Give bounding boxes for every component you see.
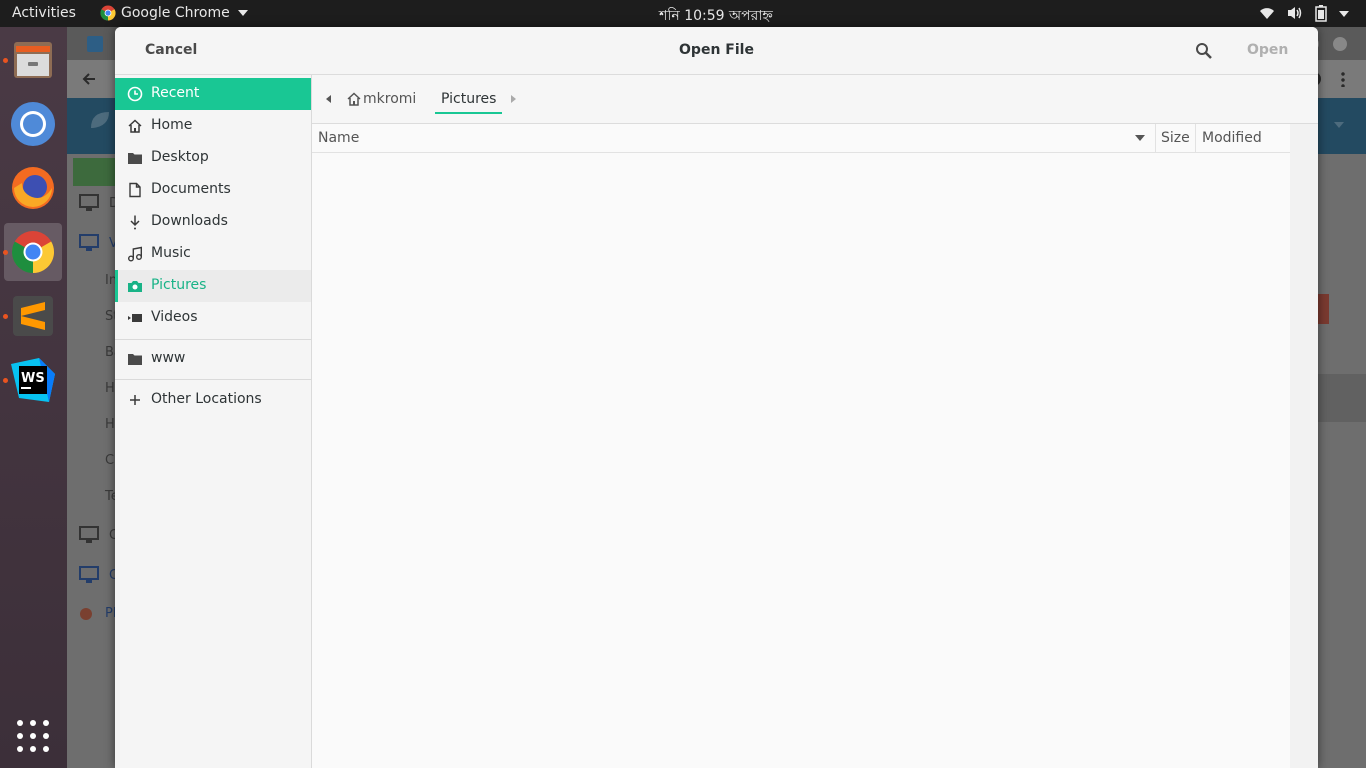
sidebar-item-documents[interactable]: Documents (115, 174, 311, 206)
dock-webstorm[interactable]: WS (3, 351, 62, 409)
sidebar-separator (115, 339, 311, 340)
running-indicator (3, 250, 8, 255)
document-icon (129, 182, 141, 198)
sidebar-item-label: Downloads (151, 213, 228, 229)
monitor-icon (79, 526, 99, 543)
folder-icon (128, 354, 142, 365)
dock-chromium[interactable] (4, 95, 62, 153)
back-arrow-icon (82, 73, 95, 85)
video-icon (128, 314, 142, 322)
home-icon (128, 119, 142, 133)
sidebar-item-label: Other Locations (151, 391, 262, 407)
sidebar-item-label: Music (151, 245, 191, 261)
dock-chrome[interactable] (3, 223, 62, 281)
sidebar-item-label: Home (151, 117, 193, 133)
chrome-icon (11, 231, 55, 273)
download-icon (130, 215, 140, 230)
column-divider (1195, 124, 1196, 152)
running-indicator (3, 58, 8, 63)
monitor-icon (79, 194, 99, 211)
sort-descending-icon[interactable] (1135, 135, 1145, 141)
sidebar-item-label: Pictures (151, 277, 207, 293)
sidebar-item-videos[interactable]: Videos (115, 302, 311, 334)
path-button-home[interactable]: mkromi (346, 88, 416, 110)
chromium-icon (11, 102, 55, 146)
svg-text:WS: WS (21, 371, 45, 386)
folder-icon (128, 153, 142, 164)
search-icon[interactable] (1194, 41, 1214, 61)
music-icon (128, 246, 142, 262)
sidebar-item-recent[interactable]: Recent (115, 78, 311, 110)
open-file-dialog: Cancel Open File Open Recent Home Deskto… (115, 27, 1318, 768)
top-bar: Activities Google Chrome শনি 10:59 অপরাহ… (0, 0, 1366, 27)
bg-tab-icon (87, 36, 103, 52)
dialog-header: Cancel Open File Open (115, 27, 1318, 75)
clock[interactable]: শনি 10:59 অপরাহ্ন (0, 4, 1366, 28)
wifi-icon[interactable] (1258, 4, 1276, 22)
monitor-icon (79, 566, 99, 583)
gauge-icon (80, 608, 92, 620)
sidebar-item-label: Documents (151, 181, 231, 197)
volume-icon[interactable] (1286, 4, 1304, 22)
show-apps-icon[interactable] (17, 720, 49, 752)
bg-window-button (1333, 37, 1347, 51)
webstorm-icon: WS (11, 358, 55, 402)
running-indicator (3, 314, 8, 319)
home-icon (347, 92, 361, 106)
column-divider (1155, 124, 1156, 152)
kebab-menu-icon (1341, 71, 1345, 87)
bg-dropdown-icon (1334, 122, 1344, 128)
sidebar-item-label: Recent (151, 85, 200, 101)
sidebar-separator (115, 379, 311, 380)
camera-icon (128, 281, 142, 292)
sidebar-item-downloads[interactable]: Downloads (115, 206, 311, 238)
sidebar-item-desktop[interactable]: Desktop (115, 142, 311, 174)
path-scroll-right-icon[interactable] (511, 95, 516, 103)
plus-icon (130, 395, 140, 405)
sidebar-item-label: Desktop (151, 149, 209, 165)
sidebar-item-home[interactable]: Home (115, 110, 311, 142)
system-menu-arrow-icon[interactable] (1339, 11, 1349, 17)
dialog-title: Open File (679, 42, 754, 58)
path-bar: mkromi Pictures (312, 75, 1318, 124)
sidebar-item-pictures[interactable]: Pictures (115, 270, 311, 302)
column-header-size[interactable]: Size (1161, 130, 1190, 146)
file-manager-icon (14, 42, 52, 78)
bg-signal-badge (73, 158, 117, 186)
path-button-pictures[interactable]: Pictures (435, 88, 503, 114)
file-list-header: Name Size Modified (312, 124, 1290, 153)
bg-sidebar-text: H (105, 417, 115, 432)
sidebar-item-music[interactable]: Music (115, 238, 311, 270)
places-sidebar: Recent Home Desktop Documents Downloads … (115, 75, 312, 768)
battery-icon[interactable] (1314, 4, 1328, 22)
dialog-right-margin (1290, 124, 1318, 768)
sidebar-item-www[interactable]: www (115, 343, 311, 375)
file-list[interactable]: Name Size Modified (312, 124, 1290, 768)
clock-icon (127, 86, 143, 102)
firefox-icon (12, 167, 54, 209)
monitor-icon (79, 234, 99, 251)
sidebar-item-label: www (151, 350, 186, 366)
path-scroll-left-icon[interactable] (326, 95, 331, 103)
column-header-name[interactable]: Name (318, 130, 359, 146)
bg-sidebar-text: H (105, 381, 115, 396)
path-home-label: mkromi (363, 91, 417, 107)
leaf-icon (91, 112, 109, 128)
dock-firefox[interactable] (4, 159, 62, 217)
sublime-text-icon (13, 296, 53, 336)
dock-files[interactable] (3, 31, 62, 89)
dock: WS (0, 27, 67, 768)
sidebar-item-label: Videos (151, 309, 198, 325)
column-header-modified[interactable]: Modified (1202, 130, 1262, 146)
running-indicator (3, 378, 8, 383)
open-button[interactable]: Open (1247, 42, 1288, 58)
dock-sublime[interactable] (3, 287, 62, 345)
sidebar-item-other-locations[interactable]: Other Locations (115, 384, 311, 416)
